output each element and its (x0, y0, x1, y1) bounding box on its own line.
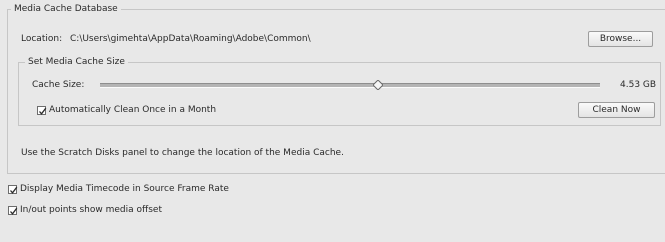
media-cache-database-title: Media Cache Database (11, 3, 121, 15)
checkmark-icon (10, 207, 18, 215)
scratch-disks-note: Use the Scratch Disks panel to change th… (21, 148, 344, 158)
location-label: Location: (21, 34, 63, 44)
auto-clean-checkbox[interactable] (37, 106, 47, 115)
checkmark-icon (10, 186, 18, 194)
set-media-cache-size-group (18, 62, 661, 126)
display-media-timecode-checkbox[interactable] (8, 185, 18, 194)
auto-clean-label: Automatically Clean Once in a Month (49, 105, 217, 115)
cache-size-slider-track[interactable] (100, 83, 600, 88)
cache-size-slider-thumb[interactable] (372, 80, 383, 90)
display-media-timecode-label: Display Media Timecode in Source Frame R… (20, 184, 229, 194)
cache-size-label: Cache Size: (32, 80, 85, 90)
location-path: C:\Users\gimehta\AppData\Roaming\Adobe\C… (70, 34, 311, 44)
checkmark-icon (39, 107, 47, 115)
browse-button[interactable]: Browse... (588, 31, 653, 47)
clean-now-button[interactable]: Clean Now (578, 102, 655, 118)
in-out-points-offset-label: In/out points show media offset (20, 205, 162, 215)
cache-size-value: 4.53 GB (620, 80, 657, 90)
set-media-cache-size-title: Set Media Cache Size (25, 56, 128, 68)
in-out-points-offset-checkbox[interactable] (8, 206, 18, 215)
